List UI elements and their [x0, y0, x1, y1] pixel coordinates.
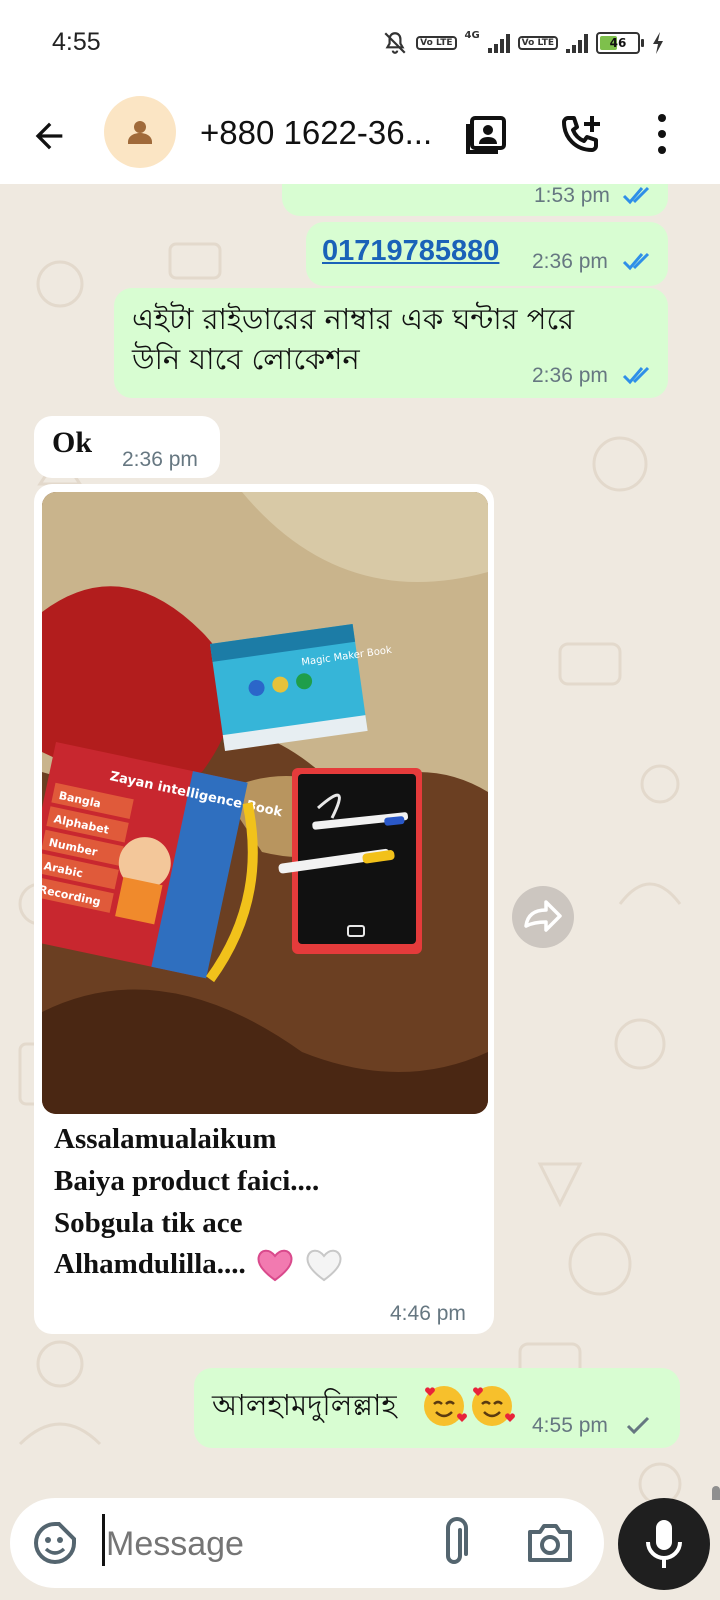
product-photo[interactable]: Magic Maker Book Zayan intelligence Book…	[42, 492, 488, 1114]
caption-line: Assalamualaikum	[54, 1123, 277, 1155]
battery-icon: 46	[596, 32, 644, 54]
caption-line: Alhamdulilla....	[54, 1248, 246, 1280]
voice-message-button[interactable]	[618, 1498, 710, 1590]
sticker-smiley-icon	[34, 1522, 76, 1564]
forward-button[interactable]	[512, 886, 574, 948]
status-icons: Vo LTE 4G Vo LTE 46	[382, 28, 664, 58]
smiling-face-with-hearts-emoji	[424, 1386, 467, 1426]
message-composer[interactable]	[10, 1498, 604, 1588]
status-time: 4:55	[52, 28, 101, 56]
charging-icon	[653, 32, 663, 54]
signal-icon-2	[566, 33, 588, 53]
chat-area[interactable]: ওকে ইন শা আল্লাহ 1:53 pm 01719785880 2:3…	[0, 184, 720, 1500]
message-text-line2: উনি যাবে লোকেশন	[132, 342, 360, 376]
network-type: 4G	[464, 29, 480, 41]
outgoing-message[interactable]: আলহামদুলিল্লাহ 4:55 pm	[194, 1368, 680, 1448]
outgoing-message[interactable]: এইটা রাইডারের নাম্বার এক ঘন্টার পরে উনি …	[114, 288, 668, 398]
phone-number-link[interactable]: 01719785880	[322, 230, 499, 272]
message-time: 4:55 pm	[532, 1414, 608, 1437]
single-check-icon	[626, 1416, 650, 1435]
outgoing-message[interactable]: ওকে ইন শা আল্লাহ 1:53 pm	[282, 184, 668, 216]
add-call-button[interactable]	[550, 104, 610, 164]
person-icon	[128, 121, 152, 144]
double-check-icon	[622, 366, 650, 385]
arrow-left-icon	[35, 122, 63, 150]
camera-icon	[528, 1524, 572, 1562]
double-check-icon	[622, 252, 650, 271]
message-time: 4:46 pm	[390, 1302, 466, 1325]
chat-header: +880 1622-36...	[0, 88, 720, 184]
contact-avatar[interactable]	[104, 96, 176, 168]
paperclip-icon	[446, 1517, 468, 1564]
attach-button[interactable]	[430, 1516, 478, 1570]
message-text-line1: এইটা রাইডারের নাম্বার এক ঘন্টার পরে	[132, 302, 575, 336]
signal-icon	[487, 33, 510, 53]
kebab-menu-icon	[658, 114, 666, 154]
sticker-button[interactable]	[30, 1518, 80, 1568]
caption-line: Baiya product faici....	[54, 1165, 320, 1197]
outgoing-message[interactable]: 01719785880 2:36 pm	[306, 222, 668, 286]
message-time: 2:36 pm	[532, 250, 608, 273]
message-time: 1:53 pm	[534, 184, 610, 207]
more-options-button[interactable]	[632, 104, 692, 164]
volte-badge-2: Vo LTE	[517, 36, 558, 50]
white-heart-emoji	[306, 1249, 342, 1282]
photo-content: Magic Maker Book Zayan intelligence Book…	[42, 492, 488, 1114]
volte-badge: Vo LTE	[416, 36, 457, 50]
incoming-message[interactable]: Ok 2:36 pm	[34, 416, 220, 478]
status-bar: 4:55 Vo LTE 4G Vo LTE 46	[0, 0, 720, 88]
message-input[interactable]	[104, 1516, 408, 1572]
message-time: 2:36 pm	[122, 448, 198, 471]
contact-card-icon	[466, 116, 506, 154]
incoming-image-message[interactable]: Magic Maker Book Zayan intelligence Book…	[34, 484, 494, 1334]
message-time: 2:36 pm	[532, 364, 608, 387]
message-text: Ok	[52, 426, 93, 459]
caption-line: Sobgula tik ace	[54, 1207, 243, 1239]
pink-heart-emoji	[257, 1249, 293, 1282]
double-check-icon	[622, 186, 650, 205]
camera-button[interactable]	[522, 1516, 578, 1570]
scrollbar[interactable]	[712, 1486, 720, 1500]
smiling-face-with-hearts-emoji	[472, 1386, 515, 1426]
message-text-clipped: ওকে ইন শা আল্লাহ	[306, 184, 536, 190]
back-button[interactable]	[26, 108, 72, 164]
microphone-icon	[646, 1520, 682, 1568]
contact-name[interactable]: +880 1622-36...	[200, 106, 440, 160]
forward-arrow-icon	[524, 900, 562, 932]
phone-plus-icon	[562, 116, 600, 152]
add-to-contacts-button[interactable]	[456, 104, 516, 164]
message-text: আলহামদুলিল্লাহ	[212, 1388, 397, 1422]
mute-bell-icon	[384, 32, 406, 54]
